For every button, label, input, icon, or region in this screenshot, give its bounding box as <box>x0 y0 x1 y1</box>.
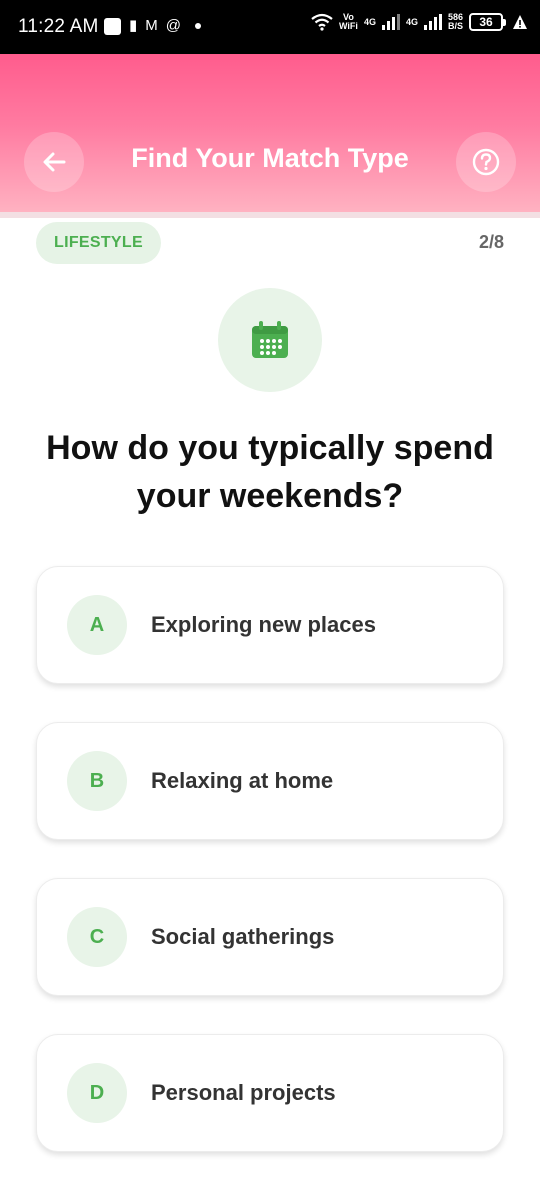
signal-icon-2 <box>423 14 442 30</box>
option-a[interactable]: A Exploring new places <box>36 566 504 684</box>
network-speed: 586 B/S <box>447 12 463 31</box>
notification-icons: ▮ M @ <box>104 17 201 35</box>
signal-icon-1 <box>381 14 400 30</box>
system-icons: Vo WiFi 4G 4G 586 B/S 36 <box>311 13 528 31</box>
more-notifications-icon <box>195 23 201 29</box>
status-time: 11:22 AM <box>18 16 99 37</box>
app-header <box>0 54 540 214</box>
question-progress: 2/8 <box>478 232 504 252</box>
status-bar: 11:22 AM ▮ M @ Vo WiFi 4G 4G 586 B/S 36 <box>0 0 540 54</box>
help-circle-icon <box>472 148 500 176</box>
option-b[interactable]: B Relaxing at home <box>36 722 504 840</box>
alert-triangle-icon <box>513 15 527 29</box>
category-badge: LIFESTYLE <box>36 222 161 264</box>
calendar-icon <box>252 321 288 358</box>
option-label: Personal projects <box>151 1080 336 1105</box>
vowifi-indicator: Vo WiFi <box>339 12 358 31</box>
option-label: Relaxing at home <box>151 768 334 793</box>
header-divider <box>0 212 540 218</box>
help-button[interactable] <box>456 132 516 192</box>
option-d[interactable]: D Personal projects <box>36 1034 504 1152</box>
option-label: Exploring new places <box>151 612 376 637</box>
option-letter: C <box>67 907 127 967</box>
phone-icon: ▮ <box>129 17 138 34</box>
threads-icon: @ <box>165 17 181 34</box>
battery-level: 36 <box>469 13 503 31</box>
option-label: Social gatherings <box>151 924 335 949</box>
network-type-2: 4G <box>405 16 418 27</box>
battery-icon: 36 <box>469 13 506 31</box>
network-type-1: 4G <box>363 16 376 27</box>
option-letter: A <box>67 595 127 655</box>
option-c[interactable]: C Social gatherings <box>36 878 504 996</box>
option-letter: B <box>67 751 127 811</box>
option-letter: D <box>67 1063 127 1123</box>
question-icon-container <box>218 288 322 392</box>
question-text: How do you typically spend your weekends… <box>46 429 494 515</box>
wifi-icon <box>311 13 333 31</box>
mail-icon: M <box>145 17 158 34</box>
app-notification-icon <box>104 17 121 35</box>
